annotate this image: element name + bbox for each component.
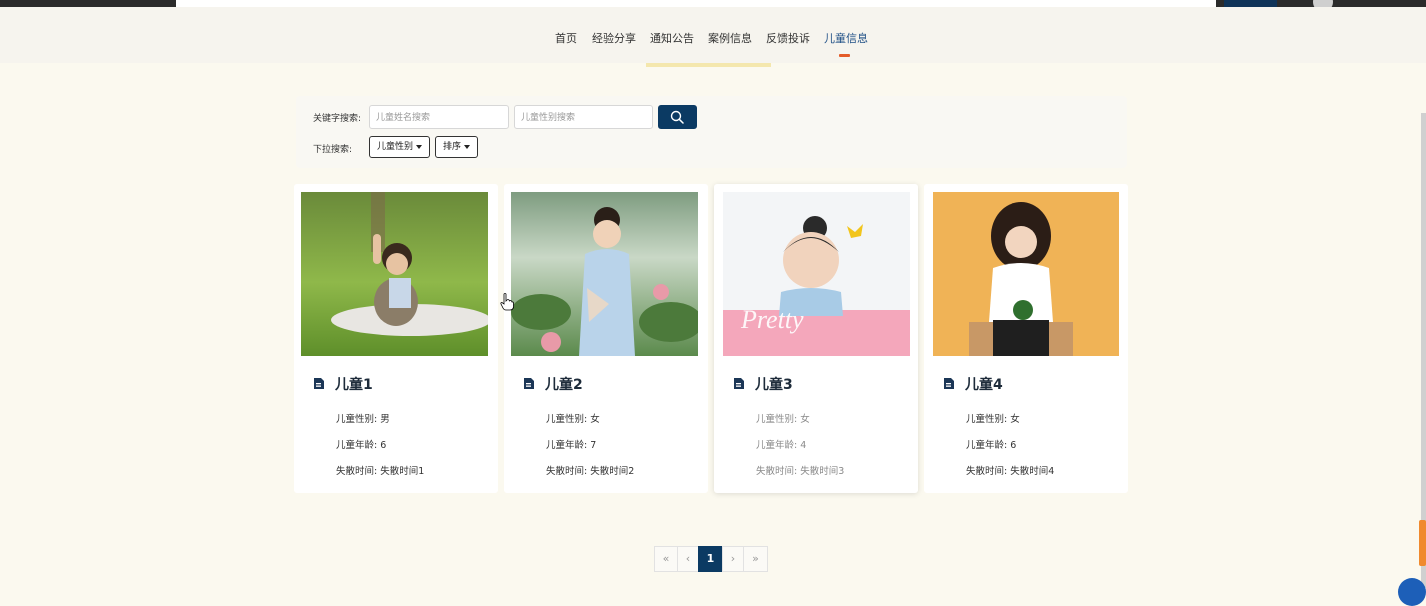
child-gender: 儿童性别: 女 xyxy=(756,414,810,425)
child-name[interactable]: 儿童3 xyxy=(755,374,793,394)
child-card[interactable]: 儿童4 儿童性别: 女 儿童年龄: 6 失散时间: 失散时间4 xyxy=(924,184,1128,493)
child-photo[interactable] xyxy=(511,192,698,356)
child-lost-time: 失散时间: 失散时间4 xyxy=(966,466,1055,477)
document-icon xyxy=(314,378,324,389)
pagination-last[interactable]: » xyxy=(743,546,768,572)
decorative-strip xyxy=(646,63,771,67)
gender-dropdown[interactable]: 儿童性别 xyxy=(369,136,430,158)
search-button[interactable] xyxy=(658,105,697,129)
child-lost-time: 失散时间: 失散时间3 xyxy=(756,466,845,477)
main-nav: 首页 经验分享 通知公告 案例信息 反馈投诉 儿童信息 xyxy=(0,30,1426,50)
child-name[interactable]: 儿童2 xyxy=(545,374,583,394)
gender-dropdown-label: 儿童性别 xyxy=(377,142,414,152)
child-gender: 儿童性别: 女 xyxy=(966,414,1020,425)
child-name[interactable]: 儿童4 xyxy=(965,374,1003,394)
dropdown-search-label: 下拉搜索: xyxy=(313,145,353,155)
nav-active-indicator xyxy=(839,54,850,57)
sort-dropdown[interactable]: 排序 xyxy=(435,136,478,158)
child-card[interactable]: 儿童1 儿童性别: 男 儿童年龄: 6 失散时间: 失散时间1 xyxy=(294,184,498,493)
help-icon[interactable] xyxy=(1398,578,1426,606)
child-card[interactable]: 儿童2 儿童性别: 女 儿童年龄: 7 失散时间: 失散时间2 xyxy=(504,184,708,493)
pagination-first[interactable]: « xyxy=(654,546,678,572)
child-name-search-input[interactable] xyxy=(369,105,509,129)
child-photo[interactable] xyxy=(933,192,1119,356)
child-age: 儿童年龄: 4 xyxy=(756,440,807,451)
nav-item-children[interactable]: 儿童信息 xyxy=(824,30,868,46)
child-gender: 儿童性别: 男 xyxy=(336,414,390,425)
child-age: 儿童年龄: 6 xyxy=(966,440,1017,451)
nav-item-notice[interactable]: 通知公告 xyxy=(650,30,694,46)
nav-item-cases[interactable]: 案例信息 xyxy=(708,30,752,46)
child-gender-search-input[interactable] xyxy=(514,105,653,129)
caret-down-icon xyxy=(464,144,471,149)
child-age: 儿童年龄: 6 xyxy=(336,440,387,451)
document-icon xyxy=(734,378,744,389)
pagination-prev[interactable]: ‹ xyxy=(677,546,699,572)
nav-item-experience[interactable]: 经验分享 xyxy=(592,30,636,46)
document-icon xyxy=(944,378,954,389)
child-photo[interactable] xyxy=(301,192,488,356)
child-gender: 儿童性别: 女 xyxy=(546,414,600,425)
child-card[interactable]: Pretty 儿童3 儿童性别: 女 儿童年龄: 4 失散时间: 失散时间3 xyxy=(714,184,918,493)
pagination-next[interactable]: › xyxy=(722,546,744,572)
svg-text:Pretty: Pretty xyxy=(740,305,804,334)
document-icon xyxy=(524,378,534,389)
nav-item-home[interactable]: 首页 xyxy=(555,30,577,46)
child-lost-time: 失散时间: 失散时间2 xyxy=(546,466,635,477)
child-photo[interactable]: Pretty xyxy=(723,192,910,356)
nav-item-feedback[interactable]: 反馈投诉 xyxy=(766,30,810,46)
child-name[interactable]: 儿童1 xyxy=(335,374,373,394)
child-age: 儿童年龄: 7 xyxy=(546,440,597,451)
child-lost-time: 失散时间: 失散时间1 xyxy=(336,466,425,477)
hand-cursor-icon xyxy=(500,293,514,311)
scrollbar[interactable] xyxy=(1421,113,1426,588)
keyword-search-label: 关键字搜索: xyxy=(313,114,362,124)
caret-down-icon xyxy=(416,144,423,149)
sort-dropdown-label: 排序 xyxy=(443,142,462,152)
side-tab[interactable] xyxy=(1419,520,1426,566)
search-icon xyxy=(670,110,684,124)
pagination-page-current[interactable]: 1 xyxy=(698,546,723,572)
